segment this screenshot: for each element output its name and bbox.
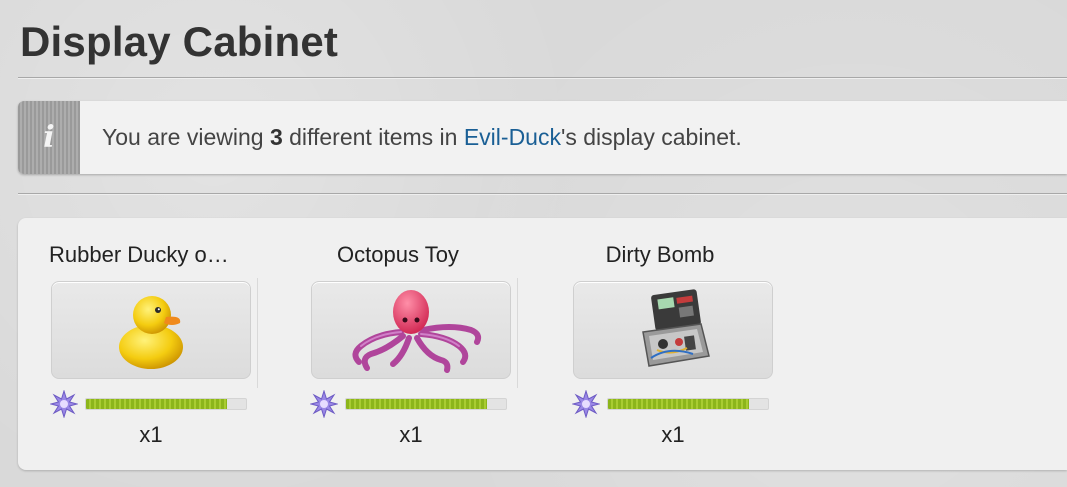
- dirty-bomb-image: [642, 289, 710, 367]
- cabinet-item: Rubber Ducky o… x1: [18, 218, 258, 470]
- page-title: Display Cabinet: [20, 18, 339, 65]
- cabinet-item: Octopus Toy x1: [278, 218, 518, 470]
- user-profile-link[interactable]: Evil-Duck: [464, 124, 561, 150]
- item-name[interactable]: Dirty Bomb: [540, 242, 780, 268]
- info-icon: i: [18, 101, 80, 174]
- display-cabinet: Rubber Ducky o… x1 Octopus Toy x1 Dirty …: [18, 218, 1067, 470]
- rarity-star-icon: [572, 390, 600, 418]
- item-divider: [517, 278, 518, 388]
- item-count: 3: [269, 124, 283, 150]
- item-quantity: x1: [399, 422, 423, 447]
- item-thumbnail[interactable]: [573, 281, 773, 379]
- info-middle: different items in: [282, 124, 464, 150]
- info-text: You are viewing 3 different items in Evi…: [80, 124, 742, 151]
- item-name[interactable]: Octopus Toy: [278, 242, 518, 268]
- item-quantity: x1: [139, 422, 163, 447]
- rarity-bar: [345, 398, 507, 410]
- item-thumbnail[interactable]: [51, 281, 251, 379]
- info-prefix: You are viewing: [102, 124, 270, 150]
- info-divider: [18, 193, 1067, 195]
- item-quantity: x1: [661, 422, 685, 447]
- info-message: i You are viewing 3 different items in E…: [18, 101, 1067, 174]
- rarity-bar: [85, 398, 247, 410]
- rubber-duck-image: [119, 296, 183, 369]
- octopus-toy-image: [352, 290, 482, 373]
- rarity-bar-fill: [346, 399, 487, 409]
- rarity-bar-fill: [86, 399, 227, 409]
- item-thumbnail[interactable]: [311, 281, 511, 379]
- item-name[interactable]: Rubber Ducky o…: [18, 242, 258, 268]
- rarity-bar: [607, 398, 769, 410]
- title-divider: [18, 77, 1067, 79]
- rarity-star-icon: [50, 390, 78, 418]
- cabinet-item: Dirty Bomb x1: [540, 218, 780, 470]
- rarity-star-icon: [310, 390, 338, 418]
- item-divider: [257, 278, 258, 388]
- rarity-bar-fill: [608, 399, 749, 409]
- info-suffix: 's display cabinet.: [560, 124, 742, 150]
